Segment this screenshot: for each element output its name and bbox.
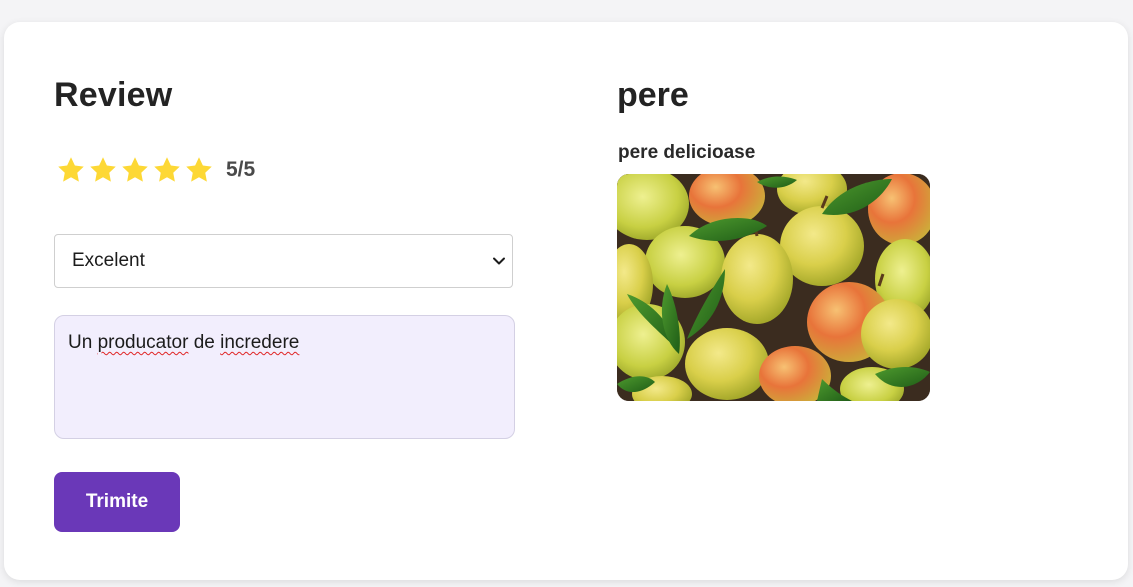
submit-button[interactable]: Trimite [54,472,180,532]
star-icon[interactable] [152,155,182,185]
quality-select-value: Excelent [72,250,145,271]
star-icon[interactable] [184,155,214,185]
quality-select[interactable]: Excelent [54,234,513,288]
product-title: pere [617,76,689,114]
star-rating[interactable]: 5/5 [56,150,255,190]
review-card: Review 5/5 Excelent Un producator de inc… [4,22,1128,580]
comment-word-misspelled: producator [97,332,189,353]
chevron-down-icon [492,254,506,268]
rating-value: 5/5 [226,158,256,181]
comment-textarea[interactable]: Un producator de incredere [54,315,515,439]
pears-photo-icon [617,174,930,401]
product-image [617,174,930,401]
star-icon[interactable] [56,155,86,185]
comment-text-middle: de [188,332,221,353]
comment-word-misspelled: incredere [220,332,300,353]
star-icon[interactable] [120,155,150,185]
product-description: pere delicioase [618,142,756,163]
star-icon[interactable] [88,155,118,185]
review-title: Review [54,76,173,114]
comment-text-prefix: Un [68,332,98,353]
